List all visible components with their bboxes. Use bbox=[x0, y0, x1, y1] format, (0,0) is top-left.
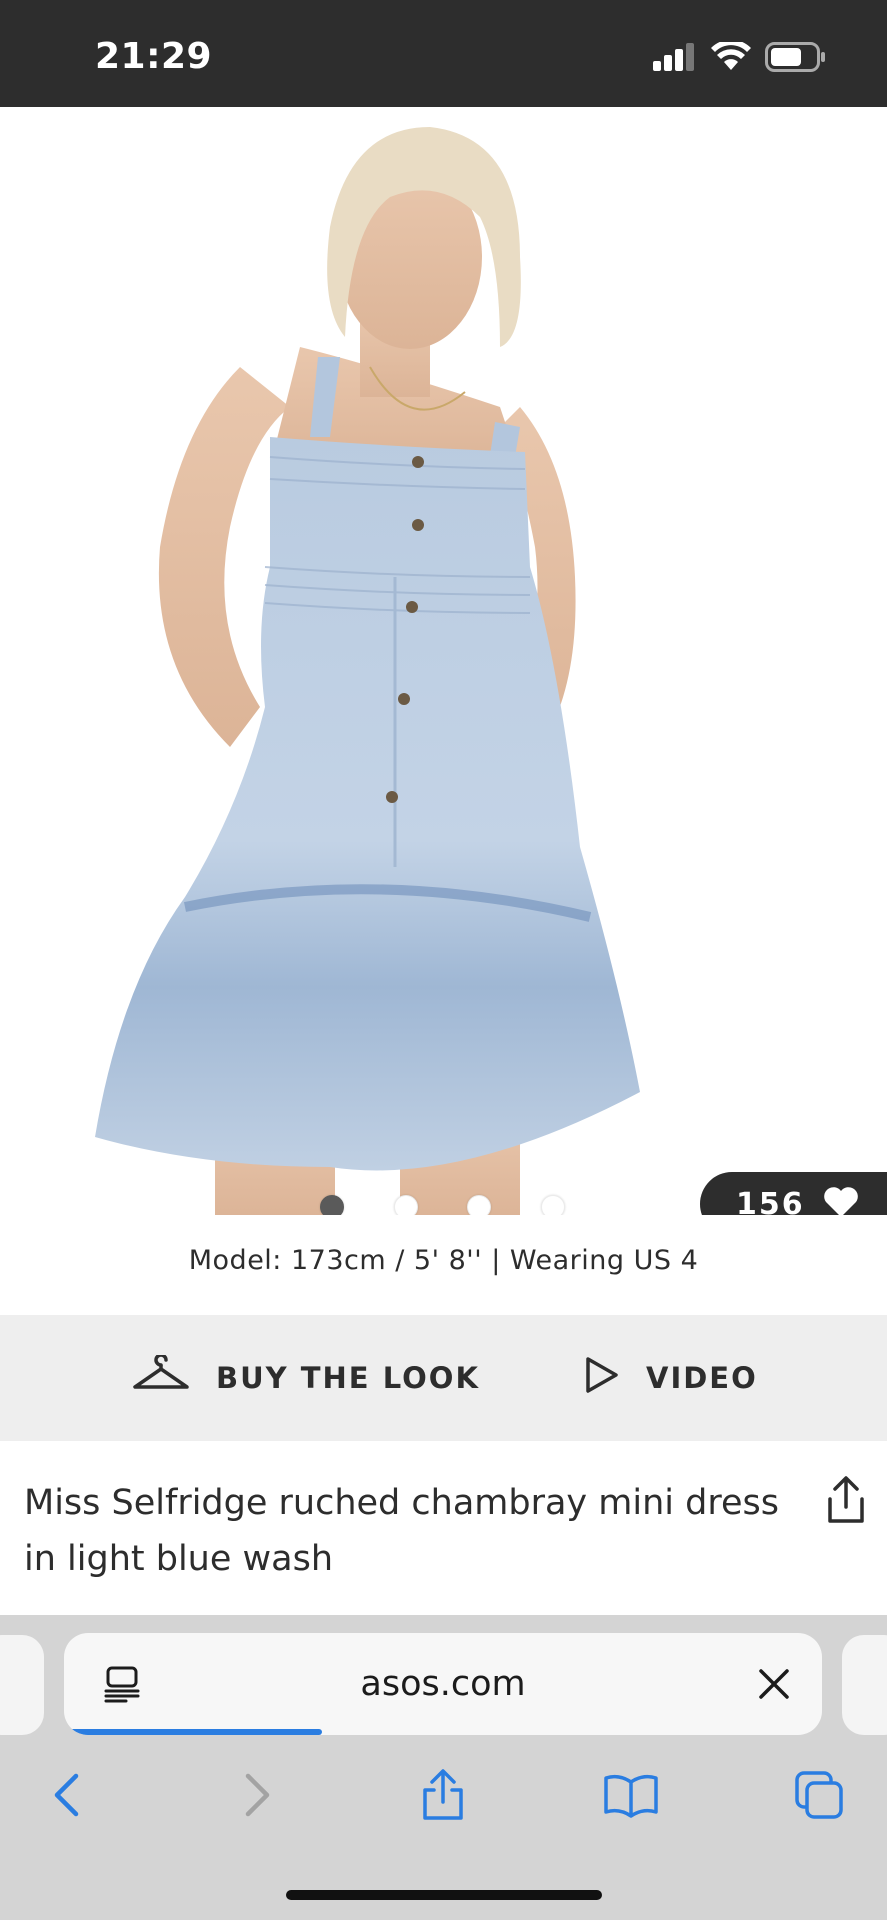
tabs-icon bbox=[793, 1769, 845, 1826]
tabs-button[interactable] bbox=[787, 1765, 851, 1829]
battery-icon bbox=[765, 42, 827, 77]
close-icon[interactable] bbox=[756, 1666, 792, 1707]
home-indicator[interactable] bbox=[286, 1890, 602, 1900]
carousel-dot[interactable] bbox=[394, 1195, 418, 1215]
video-button[interactable]: VIDEO bbox=[584, 1315, 758, 1441]
save-for-later-button[interactable]: 156 bbox=[700, 1172, 887, 1215]
forward-icon bbox=[243, 1772, 273, 1823]
status-icons bbox=[653, 39, 827, 77]
product-photo bbox=[95, 127, 640, 1215]
share-icon bbox=[822, 1476, 870, 1531]
buy-the-look-button[interactable]: BUY THE LOOK bbox=[132, 1315, 480, 1441]
forward-button[interactable] bbox=[226, 1765, 290, 1829]
status-bar: 21:29 bbox=[0, 0, 887, 107]
share-product-button[interactable] bbox=[822, 1475, 870, 1527]
address-bar[interactable]: asos.com bbox=[64, 1633, 822, 1735]
product-image-carousel[interactable]: 156 bbox=[0, 107, 887, 1215]
play-icon bbox=[584, 1355, 620, 1402]
action-strip: BUY THE LOOK VIDEO bbox=[0, 1315, 887, 1441]
carousel-dot[interactable] bbox=[320, 1195, 344, 1215]
back-button[interactable] bbox=[34, 1765, 98, 1829]
status-time: 21:29 bbox=[95, 36, 213, 77]
cellular-signal-icon bbox=[653, 43, 697, 76]
model-info: Model: 173cm / 5' 8'' | Wearing US 4 bbox=[188, 1245, 699, 1276]
bookmarks-button[interactable] bbox=[599, 1765, 663, 1829]
share-icon bbox=[420, 1768, 466, 1827]
wifi-icon bbox=[711, 39, 751, 77]
url-text: asos.com bbox=[360, 1664, 526, 1704]
bookmarks-icon bbox=[603, 1772, 659, 1823]
likes-count: 156 bbox=[736, 1186, 805, 1216]
back-icon bbox=[51, 1772, 81, 1823]
product-title: Miss Selfridge ruched chambray mini dres… bbox=[24, 1483, 779, 1579]
carousel-dot[interactable] bbox=[467, 1195, 491, 1215]
heart-icon bbox=[823, 1186, 859, 1215]
next-tab-peek[interactable] bbox=[842, 1635, 887, 1735]
browser-toolbar bbox=[0, 1765, 887, 1855]
page-load-progress bbox=[64, 1729, 322, 1735]
hanger-icon bbox=[132, 1352, 190, 1402]
buy-the-look-label: BUY THE LOOK bbox=[216, 1361, 480, 1395]
previous-tab-peek[interactable] bbox=[0, 1635, 44, 1735]
product-page: 21:29 156 Model: 173cm / 5' 8'' | Wearin… bbox=[0, 0, 887, 1920]
browser-bottom-bar: asos.com bbox=[0, 1615, 887, 1920]
video-label: VIDEO bbox=[646, 1361, 758, 1395]
share-page-button[interactable] bbox=[411, 1765, 475, 1829]
carousel-dot[interactable] bbox=[541, 1195, 565, 1215]
